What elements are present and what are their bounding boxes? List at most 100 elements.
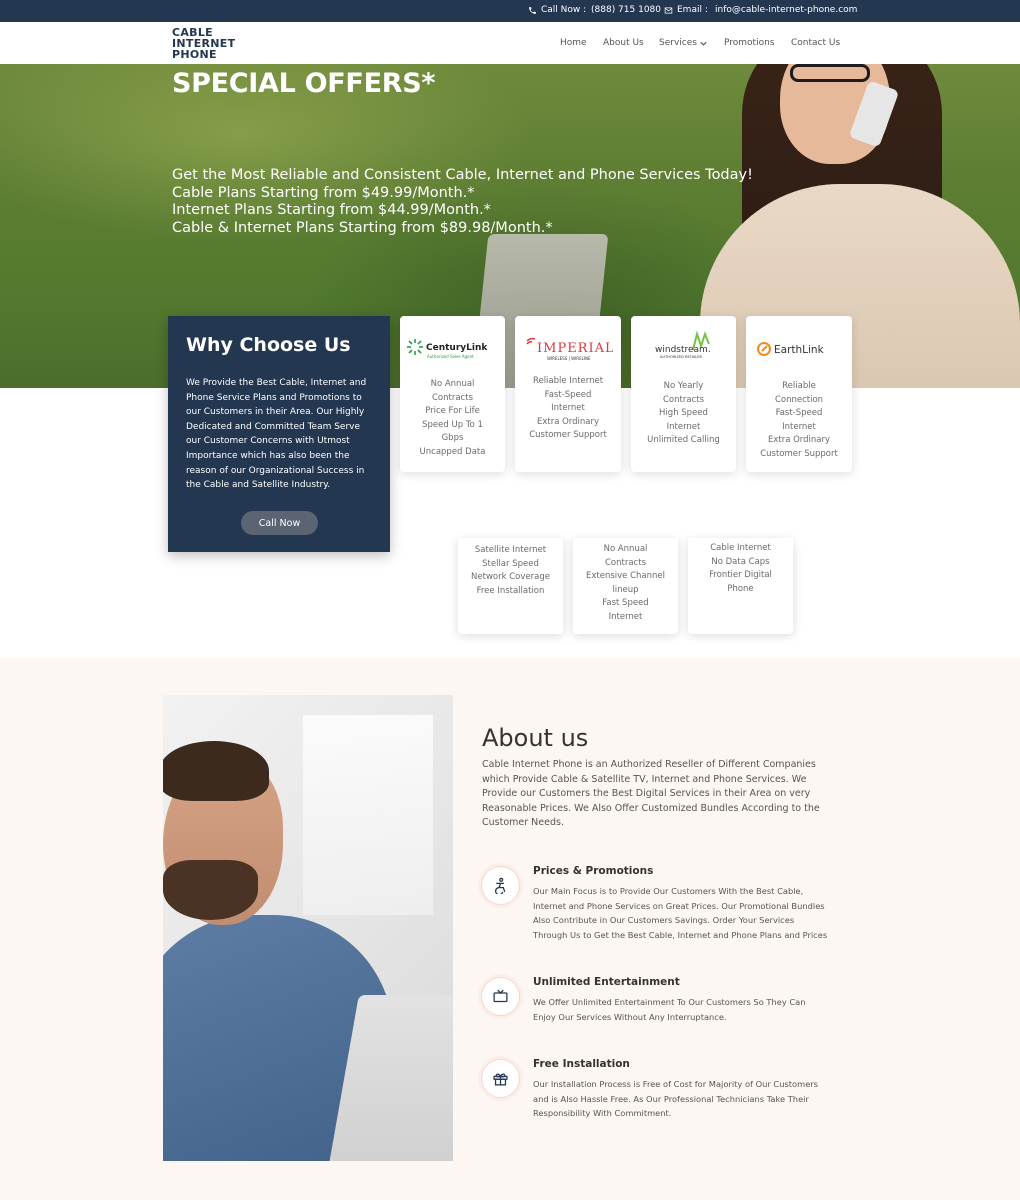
earthlink-icon: EarthLink	[757, 342, 825, 356]
call-now-link[interactable]: Call Now :	[528, 5, 586, 15]
provider-features: No Annual Contracts Price For Life Speed…	[404, 378, 501, 460]
why-choose-us-box: Why Choose Us We Provide the Best Cable,…	[168, 316, 390, 552]
feature-line: Phone	[727, 583, 754, 594]
feature-line: Satellite Internet	[474, 545, 547, 555]
mail-icon	[664, 7, 673, 13]
photo-window	[303, 715, 433, 915]
centurylink-name: CenturyLink	[426, 343, 488, 353]
centurylink-logo: CenturyLink Authorized Sales Agent	[400, 334, 505, 364]
windstream-icon: windstream. AUTHORIZED RETAILER	[655, 330, 711, 359]
feature-line: Cable Internet	[710, 543, 771, 553]
feature-line: Free Installation	[476, 585, 545, 596]
centurylink-icon: CenturyLink Authorized Sales Agent	[406, 339, 488, 359]
nav-home-label: Home	[560, 38, 587, 48]
feature-line: No Data Caps	[711, 556, 770, 567]
windstream-logo: windstream. AUTHORIZED RETAILER	[631, 330, 736, 362]
feature-line: Stellar Speed	[482, 558, 539, 569]
feature-line: Gbps	[441, 433, 464, 444]
provider-features: Reliable Connection Fast-Speed Internet …	[750, 380, 848, 462]
feature-line: No Annual	[430, 379, 475, 389]
windstream-sub: AUTHORIZED RETAILER	[660, 355, 702, 359]
provider-features: No Annual Contracts Extensive Channel li…	[577, 543, 674, 625]
prices-promotions-title: Prices & Promotions	[533, 865, 654, 877]
about-title: About us	[482, 724, 589, 752]
free-installation-text: Our Installation Process is Free of Cost…	[533, 1079, 819, 1119]
feature-line: Extra Ordinary	[536, 416, 600, 427]
unlimited-entertainment-title: Unlimited Entertainment	[533, 976, 680, 988]
photo-hair	[163, 741, 269, 801]
feature-line: Internet	[551, 403, 585, 414]
feature-line: Connection	[774, 394, 824, 405]
feature-line: Reliable Internet	[532, 376, 604, 386]
feature-line: Network Coverage	[471, 572, 550, 583]
tv-icon	[481, 977, 520, 1016]
accessibility-icon	[481, 866, 520, 905]
nav-services[interactable]: Services	[659, 38, 707, 48]
photo-beard	[163, 860, 258, 920]
provider-card-windstream[interactable]: windstream. AUTHORIZED RETAILER No Yearl…	[631, 316, 736, 472]
provider-card-centurylink[interactable]: CenturyLink Authorized Sales Agent No An…	[400, 316, 505, 472]
windstream-name: windstream.	[655, 345, 711, 355]
chevron-down-icon	[700, 41, 707, 46]
email-link[interactable]: info@cable-internet-phone.com	[715, 5, 857, 15]
gift-icon	[481, 1059, 520, 1098]
feature-line: Contracts	[605, 557, 646, 568]
hero-bundle-offer: Cable & Internet Plans Starting from $89…	[172, 220, 553, 236]
hero-title: SPECIAL OFFERS*	[172, 68, 436, 99]
nav-promotions[interactable]: Promotions	[724, 38, 774, 48]
nav-about-us[interactable]: About Us	[603, 38, 644, 48]
feature-line: Frontier Digital	[709, 570, 772, 581]
imperial-logo: IMPERIAL WIRELESS | WIRELINE	[515, 334, 621, 364]
nav-services-label: Services	[659, 38, 697, 48]
call-now-button[interactable]: Call Now	[241, 511, 318, 535]
feature-line: Extra Ordinary	[767, 435, 831, 446]
unlimited-entertainment-text: We Offer Unlimited Entertainment To Our …	[533, 997, 806, 1022]
feature-line: Fast Speed	[602, 598, 649, 609]
provider-features: No Yearly Contracts High Speed Internet …	[635, 380, 732, 448]
earthlink-logo: EarthLink	[746, 334, 852, 364]
why-choose-us-text: We Provide the Best Cable, Internet and …	[186, 378, 367, 491]
email-address: info@cable-internet-phone.com	[715, 5, 858, 15]
provider-card-frontier[interactable]: Cable Internet No Data Caps Frontier Dig…	[688, 538, 793, 634]
feature-line: Customer Support	[529, 430, 607, 441]
logo-line-3: PHONE	[172, 48, 217, 61]
imperial-name: IMPERIAL	[537, 341, 613, 356]
provider-features: Reliable Internet Fast-Speed Internet Ex…	[519, 375, 617, 443]
feature-line: Fast-Speed	[544, 389, 592, 400]
feature-line: Internet	[608, 611, 643, 622]
top-bar: Call Now : (888) 715 1080 Email : info@c…	[0, 0, 1020, 22]
provider-card-earthlink[interactable]: EarthLink Reliable Connection Fast-Speed…	[746, 316, 852, 472]
about-photo-man-laptop	[163, 695, 453, 1161]
provider-card-imperial[interactable]: IMPERIAL WIRELESS | WIRELINE Reliable In…	[515, 316, 621, 472]
imperial-icon: IMPERIAL WIRELESS | WIRELINE	[526, 337, 613, 361]
feature-line: Speed Up To 1	[422, 419, 483, 430]
feature-line: Reliable	[782, 381, 816, 391]
nav-home[interactable]: Home	[560, 38, 587, 48]
feature-line: Uncapped Data	[419, 446, 486, 457]
feature-line: Internet	[782, 421, 816, 432]
phone-icon	[529, 6, 536, 14]
feature-line: High Speed	[659, 408, 708, 419]
feature-line: Contracts	[432, 392, 473, 403]
email-label: Email :	[677, 5, 708, 15]
provider-card-satellite[interactable]: Satellite Internet Stellar Speed Network…	[458, 538, 563, 634]
nav-about-label: About Us	[603, 38, 644, 48]
feature-line: Internet	[666, 421, 701, 432]
feature-line: No Yearly	[663, 381, 704, 391]
site-header: CABLE INTERNET PHONE Home About Us Servi…	[0, 22, 1020, 64]
earthlink-name: EarthLink	[774, 344, 825, 356]
feature-line: Customer Support	[760, 448, 838, 459]
feature-line: No Annual	[603, 544, 648, 554]
about-description: Cable Internet Phone is an Authorized Re…	[482, 759, 820, 829]
feature-line: Contracts	[663, 394, 704, 405]
provider-card-cable-tv[interactable]: No Annual Contracts Extensive Channel li…	[573, 538, 678, 634]
email-label-item: Email :	[664, 5, 708, 15]
feature-line: Price For Life	[425, 406, 480, 417]
phone-number-link[interactable]: (888) 715 1080	[591, 5, 661, 15]
site-logo[interactable]: CABLE INTERNET PHONE	[172, 27, 242, 60]
nav-contact-us[interactable]: Contact Us	[791, 38, 840, 48]
feature-line: Extensive Channel	[586, 571, 665, 582]
feature-line: Unlimited Calling	[647, 435, 720, 446]
provider-features: Cable Internet No Data Caps Frontier Dig…	[692, 542, 789, 596]
hero-cable-offer: Cable Plans Starting from $49.99/Month.*	[172, 185, 475, 201]
